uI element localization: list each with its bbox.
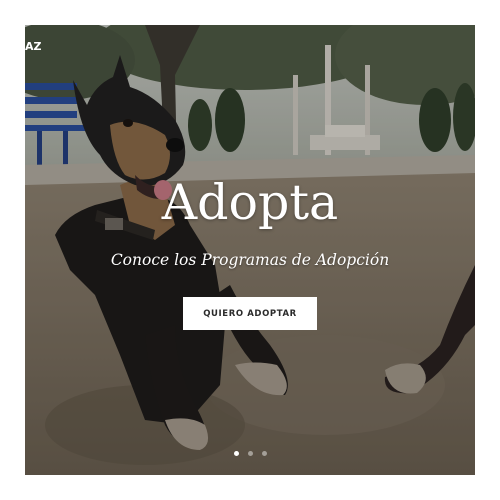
quiero-adoptar-button[interactable]: QUIERO ADOPTAR [183, 297, 317, 330]
site-logo[interactable]: AZ [25, 41, 42, 52]
slide-dot-2[interactable] [247, 451, 253, 456]
slider-pagination [25, 451, 475, 456]
hero-title: Adopta [161, 174, 339, 231]
slide-dot-3[interactable] [261, 451, 267, 456]
slide-dot-1[interactable] [233, 451, 239, 456]
hero-slider: AZ Adopta Conoce los Programas de Adopci… [25, 25, 475, 475]
hero-subtitle: Conoce los Programas de Adopción [110, 251, 390, 269]
